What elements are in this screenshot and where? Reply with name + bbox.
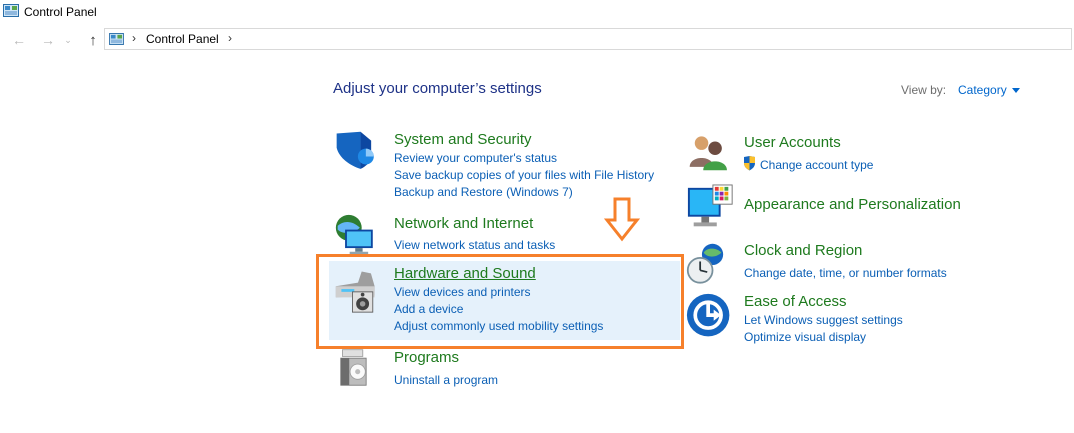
breadcrumb-control-panel[interactable]: Control Panel <box>146 32 219 46</box>
breadcrumb-separator-icon[interactable]: › <box>228 31 232 45</box>
view-by-value[interactable]: Category <box>958 83 1007 97</box>
dropdown-caret-icon[interactable] <box>1011 88 1020 94</box>
user-accounts-icon[interactable] <box>686 133 734 177</box>
chevron-down-icon[interactable]: ⌄ <box>61 27 75 53</box>
window-title: Control Panel <box>24 5 97 19</box>
uac-shield-icon <box>744 156 755 171</box>
clock-globe-icon[interactable] <box>686 240 732 290</box>
file-history-link[interactable]: Save backup copies of your files with Fi… <box>394 168 654 182</box>
programs-disc-icon[interactable] <box>334 348 378 392</box>
title-bar: Control Panel <box>0 0 1074 24</box>
uninstall-program-link[interactable]: Uninstall a program <box>394 373 498 387</box>
control-panel-icon <box>3 4 19 17</box>
user-accounts-title[interactable]: User Accounts <box>744 134 841 151</box>
ease-of-access-icon[interactable] <box>686 293 734 341</box>
backup-restore-link[interactable]: Backup and Restore (Windows 7) <box>394 185 573 199</box>
ease-of-access-title[interactable]: Ease of Access <box>744 293 847 310</box>
programs-title[interactable]: Programs <box>394 349 459 366</box>
navigation-bar: ← → ⌄ ↑ › Control Panel › <box>0 27 1074 53</box>
up-arrow-icon[interactable]: ↑ <box>83 27 103 53</box>
down-arrow-annotation-icon <box>604 197 640 242</box>
address-box[interactable]: › Control Panel › <box>104 28 1072 50</box>
view-by-dropdown[interactable]: Category <box>958 83 1020 97</box>
control-panel-icon <box>109 33 124 45</box>
network-status-link[interactable]: View network status and tasks <box>394 238 555 252</box>
change-account-type-link[interactable]: Change account type <box>760 158 873 172</box>
review-status-link[interactable]: Review your computer's status <box>394 151 557 165</box>
date-time-formats-link[interactable]: Change date, time, or number formats <box>744 266 947 280</box>
breadcrumb-separator-icon[interactable]: › <box>132 31 136 45</box>
page-title: Adjust your computer’s settings <box>333 80 542 97</box>
view-by-label: View by: <box>901 83 947 97</box>
back-arrow-icon[interactable]: ← <box>9 27 29 53</box>
windows-suggest-link[interactable]: Let Windows suggest settings <box>744 313 903 327</box>
display-palette-icon[interactable] <box>686 184 736 234</box>
shield-icon[interactable] <box>334 130 380 176</box>
forward-arrow-icon[interactable]: → <box>38 27 58 53</box>
network-title[interactable]: Network and Internet <box>394 215 533 232</box>
optimize-display-link[interactable]: Optimize visual display <box>744 330 866 344</box>
clock-region-title[interactable]: Clock and Region <box>744 242 862 259</box>
appearance-title[interactable]: Appearance and Personalization <box>744 196 961 213</box>
system-security-title[interactable]: System and Security <box>394 131 532 148</box>
annotation-highlight-frame <box>316 254 684 349</box>
